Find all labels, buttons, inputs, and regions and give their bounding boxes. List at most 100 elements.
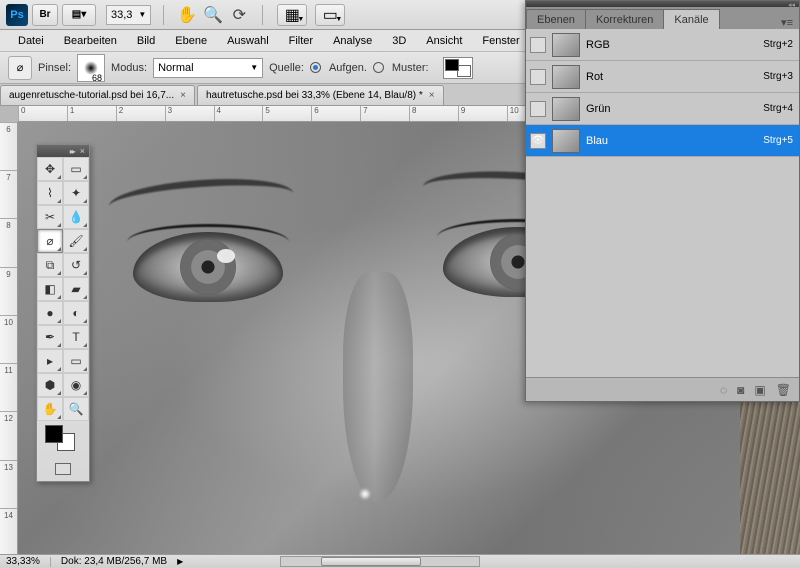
status-bar: 33,33% Dok: 23,4 MB/256,7 MB ▶ — [0, 554, 800, 568]
photoshop-logo[interactable]: Ps — [6, 4, 28, 26]
zoom-level-combo[interactable]: 33,3 ▼ — [106, 5, 151, 25]
channel-list: RGB Strg+2 Rot Strg+3 Grün Strg+4 👁 Blau… — [526, 29, 799, 377]
blur-tool[interactable]: ● — [37, 301, 63, 325]
gradient-tool[interactable]: ▰ — [63, 277, 89, 301]
lasso-tool[interactable]: ⌇ — [37, 181, 63, 205]
chevron-down-icon: ▼ — [138, 10, 146, 19]
shape-tool[interactable]: ▭ — [63, 349, 89, 373]
history-brush-tool[interactable]: ↺ — [63, 253, 89, 277]
visibility-toggle[interactable] — [530, 101, 546, 117]
brush-preset-picker[interactable]: 68 — [77, 54, 105, 82]
crop-tool[interactable]: ✂ — [37, 205, 63, 229]
source-pattern-label: Muster: — [392, 62, 429, 74]
healing-brush-tool[interactable]: ⌀ — [37, 229, 63, 253]
close-icon[interactable]: × — [429, 90, 435, 101]
panel-tabs: Ebenen Korrekturen Kanäle ▾≡ — [526, 7, 799, 29]
chevron-down-icon: ▼ — [250, 63, 258, 72]
screen-mode-button[interactable]: ▭▼ — [315, 4, 345, 26]
foreground-background-swatch[interactable] — [37, 421, 89, 457]
menu-filter[interactable]: Filter — [279, 32, 323, 50]
blend-mode-select[interactable]: Normal ▼ — [153, 58, 263, 78]
tab-kanaele[interactable]: Kanäle — [663, 9, 719, 29]
source-pattern-radio[interactable] — [373, 62, 384, 73]
hand-tool-icon[interactable]: ✋ — [176, 4, 198, 26]
document-tab-title: hautretusche.psd bei 33,3% (Ebene 14, Bl… — [206, 90, 423, 101]
collapse-icon[interactable]: ◂◂ — [788, 1, 795, 7]
menu-auswahl[interactable]: Auswahl — [217, 32, 279, 50]
clone-stamp-tool[interactable]: ⧉ — [37, 253, 63, 277]
path-select-tool[interactable]: ▸ — [37, 349, 63, 373]
quick-mask-toggle[interactable] — [37, 457, 89, 481]
channel-thumbnail — [552, 97, 580, 121]
menu-datei[interactable]: Datei — [8, 32, 54, 50]
close-icon[interactable]: × — [80, 146, 85, 156]
load-selection-icon[interactable]: ◌ — [720, 383, 727, 397]
tools-panel-header[interactable]: ▸▸ × — [37, 145, 89, 157]
zoom-tool-icon[interactable]: 🔍 — [202, 4, 224, 26]
menu-ansicht[interactable]: Ansicht — [416, 32, 472, 50]
menu-3d[interactable]: 3D — [382, 32, 416, 50]
close-icon[interactable]: × — [180, 90, 186, 101]
zoom-tool[interactable]: 🔍 — [63, 397, 89, 421]
pen-tool[interactable]: ✒ — [37, 325, 63, 349]
tools-panel[interactable]: ▸▸ × ✥ ▭ ⌇ ✦ ✂ 💧 ⌀ 🖌 ⧉ ↺ ◧ ▰ ● ◐ ✒ T ▸ ▭… — [36, 144, 90, 482]
visibility-toggle[interactable] — [530, 37, 546, 53]
foreground-color-swatch[interactable] — [45, 425, 63, 443]
panel-menu-icon[interactable]: ▾≡ — [775, 16, 799, 29]
hand-tool[interactable]: ✋ — [37, 397, 63, 421]
horizontal-scrollbar[interactable] — [280, 556, 480, 567]
status-doc-size[interactable]: Dok: 23,4 MB/256,7 MB — [61, 556, 167, 567]
channel-shortcut: Strg+5 — [763, 135, 793, 146]
status-zoom[interactable]: 33,33% — [6, 556, 40, 567]
channel-thumbnail — [552, 33, 580, 57]
dodge-tool[interactable]: ◐ — [63, 301, 89, 325]
channel-thumbnail — [552, 129, 580, 153]
tab-korrekturen[interactable]: Korrekturen — [585, 9, 664, 29]
channel-shortcut: Strg+2 — [763, 39, 793, 50]
channel-shortcut: Strg+4 — [763, 103, 793, 114]
channel-row-rgb[interactable]: RGB Strg+2 — [526, 29, 799, 61]
eraser-tool[interactable]: ◧ — [37, 277, 63, 301]
chevron-right-icon[interactable]: ▶ — [177, 557, 183, 566]
channel-name: Grün — [586, 103, 757, 115]
channel-row-rot[interactable]: Rot Strg+3 — [526, 61, 799, 93]
3d-tool[interactable]: ⬢ — [37, 373, 63, 397]
brush-label: Pinsel: — [38, 62, 71, 74]
current-tool-icon[interactable]: ⌀ — [8, 56, 32, 80]
visibility-toggle[interactable] — [530, 69, 546, 85]
delete-channel-icon[interactable]: 🗑 — [776, 383, 791, 397]
source-sampled-radio[interactable] — [310, 62, 321, 73]
document-tab[interactable]: augenretusche-tutorial.psd bei 16,7... × — [0, 85, 195, 105]
3d-camera-tool[interactable]: ◉ — [63, 373, 89, 397]
source-sampled-label: Aufgen. — [329, 62, 367, 74]
menu-analyse[interactable]: Analyse — [323, 32, 382, 50]
scrollbar-thumb[interactable] — [321, 557, 421, 566]
brush-tool[interactable]: 🖌 — [63, 229, 89, 253]
move-tool[interactable]: ✥ — [37, 157, 63, 181]
document-tab[interactable]: hautretusche.psd bei 33,3% (Ebene 14, Bl… — [197, 85, 444, 105]
ruler-vertical[interactable]: 67891011121314 — [0, 122, 18, 556]
save-selection-icon[interactable]: ◙ — [737, 383, 744, 397]
bridge-button[interactable]: Br — [32, 4, 58, 26]
menu-fenster[interactable]: Fenster — [472, 32, 529, 50]
pattern-picker[interactable] — [443, 57, 473, 79]
mini-bridge-button[interactable]: ▤▾ — [62, 4, 96, 26]
menu-bild[interactable]: Bild — [127, 32, 165, 50]
eyedropper-tool[interactable]: 💧 — [63, 205, 89, 229]
rotate-view-icon[interactable]: ⟳ — [228, 4, 250, 26]
channel-row-gruen[interactable]: Grün Strg+4 — [526, 93, 799, 125]
collapse-icon[interactable]: ▸▸ — [70, 147, 74, 156]
channel-name: Rot — [586, 71, 757, 83]
visibility-toggle[interactable]: 👁 — [530, 133, 546, 149]
zoom-value: 33,3 — [111, 9, 132, 21]
arrange-documents-button[interactable]: ▦▼ — [277, 4, 307, 26]
new-channel-icon[interactable]: ▣ — [754, 383, 765, 397]
channels-panel[interactable]: ◂◂ Ebenen Korrekturen Kanäle ▾≡ RGB Strg… — [525, 0, 800, 402]
channel-row-blau[interactable]: 👁 Blau Strg+5 — [526, 125, 799, 157]
menu-bearbeiten[interactable]: Bearbeiten — [54, 32, 127, 50]
marquee-tool[interactable]: ▭ — [63, 157, 89, 181]
quick-select-tool[interactable]: ✦ — [63, 181, 89, 205]
menu-ebene[interactable]: Ebene — [165, 32, 217, 50]
tab-ebenen[interactable]: Ebenen — [526, 9, 586, 29]
type-tool[interactable]: T — [63, 325, 89, 349]
